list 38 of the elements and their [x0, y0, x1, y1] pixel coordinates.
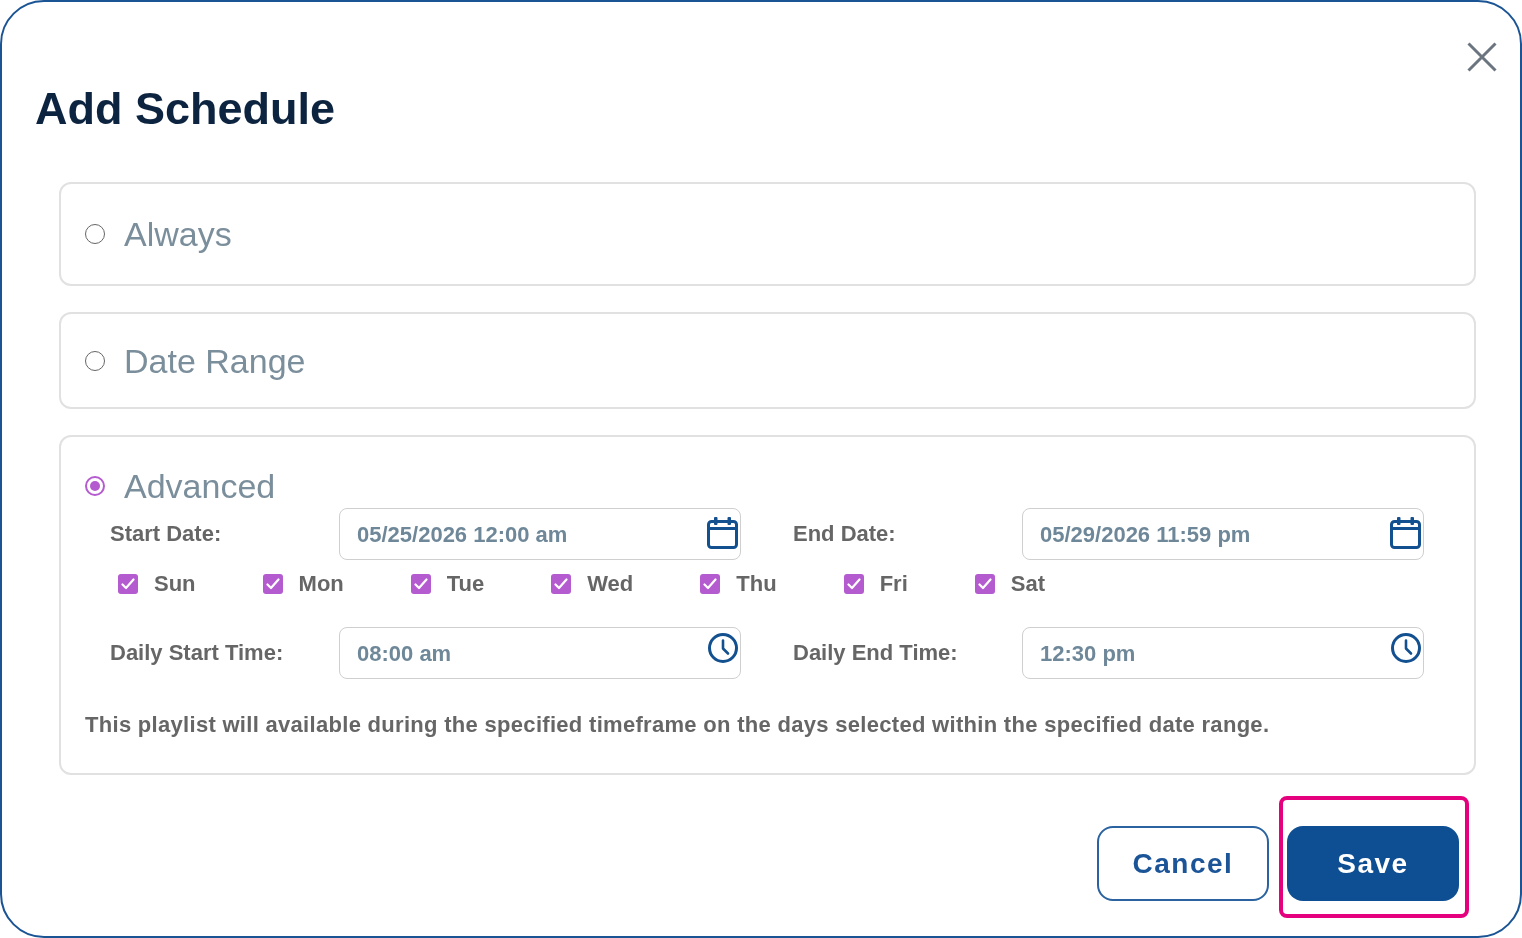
clock-icon	[708, 633, 738, 663]
day-label: Tue	[446, 572, 485, 596]
checkbox[interactable]	[118, 574, 138, 594]
day-label: Wed	[587, 572, 634, 596]
field-label: End Date:	[793, 520, 896, 546]
note-text: This playlist will available during the specified timeframe on the days selected within the specified date range.	[85, 713, 1270, 737]
close-button[interactable]	[1466, 41, 1498, 73]
clock-icon	[1391, 633, 1421, 663]
checkbox[interactable]	[700, 574, 721, 594]
day-label: Sat	[1010, 572, 1045, 596]
option-label: Advanced	[124, 466, 276, 506]
cancel-button[interactable]: Cancel	[1097, 826, 1269, 901]
checkbox[interactable]	[410, 574, 431, 594]
dialog-title: Add Schedule	[35, 86, 336, 131]
checkbox[interactable]	[974, 574, 995, 594]
option-label: Always	[124, 214, 232, 254]
day-label: Fri	[879, 572, 908, 596]
calendar-icon	[707, 517, 738, 549]
checkbox[interactable]	[262, 574, 283, 594]
option-label: Date Range	[124, 340, 306, 381]
time-field[interactable]: 12:30 pm	[1022, 627, 1424, 679]
calendar-icon	[1390, 517, 1421, 549]
field-label: Daily End Time:	[793, 639, 958, 665]
day-label: Mon	[298, 572, 344, 596]
date-field[interactable]: 05/29/2026 11:59 pm	[1022, 508, 1424, 560]
time-field[interactable]: 08:00 am	[339, 627, 741, 679]
checkbox[interactable]	[843, 574, 864, 594]
close-icon	[1467, 42, 1497, 72]
field-label: Daily Start Time:	[110, 639, 284, 665]
date-field[interactable]: 05/25/2026 12:00 am	[339, 508, 741, 560]
checkbox[interactable]	[551, 574, 572, 594]
radio-button[interactable]	[85, 350, 105, 371]
radio-button[interactable]	[85, 224, 105, 244]
save-button[interactable]: Save	[1287, 826, 1459, 901]
day-label: Thu	[736, 572, 777, 596]
day-label: Sun	[154, 572, 196, 596]
field-label: Start Date:	[110, 520, 222, 546]
radio-button[interactable]	[85, 476, 105, 496]
